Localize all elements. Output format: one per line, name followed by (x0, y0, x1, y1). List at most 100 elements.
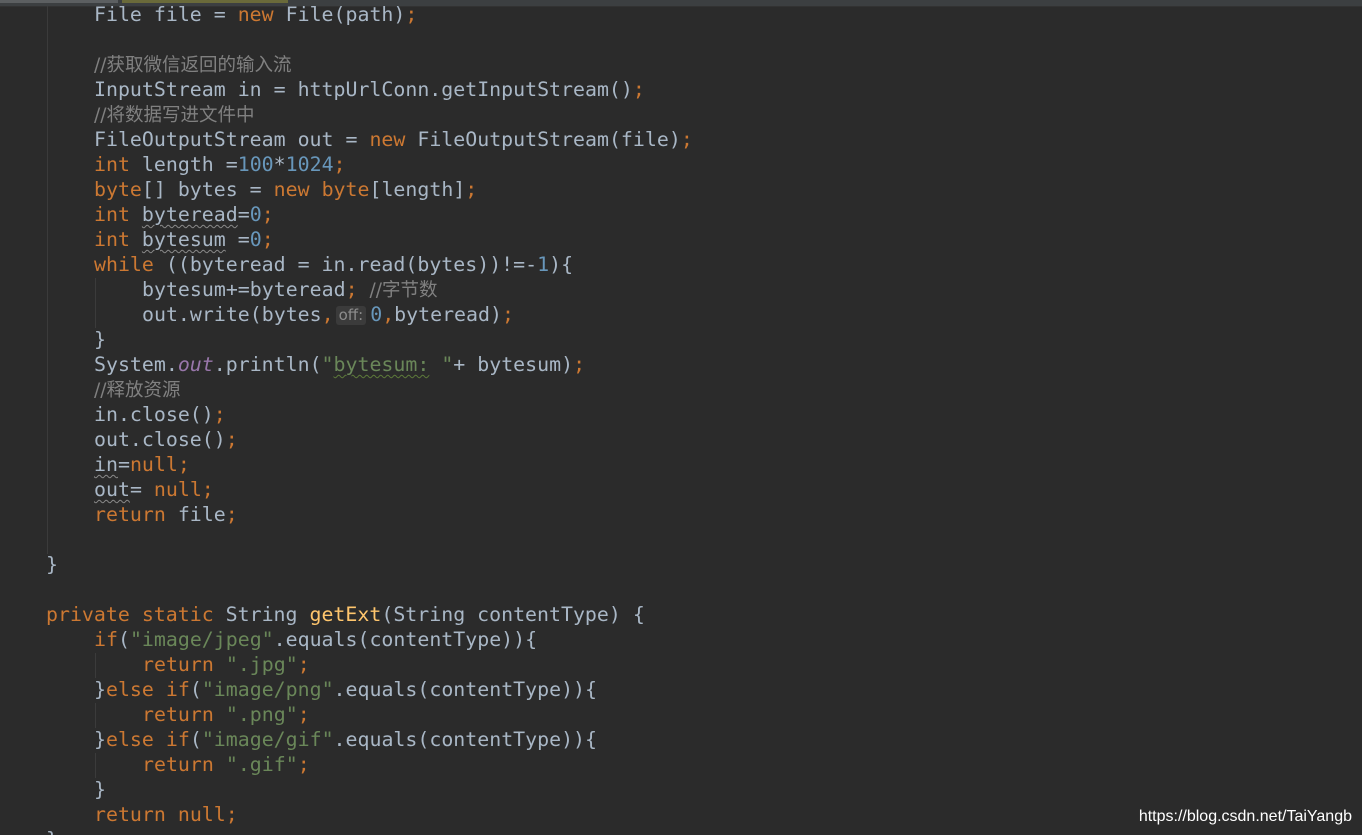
code-token: ){ (549, 253, 574, 276)
brace-token: } (94, 778, 106, 801)
comment-token: //获取微信返回的输入流 (94, 55, 292, 76)
indent-guide (95, 703, 96, 728)
keyword-token: int (94, 228, 130, 251)
semicolon-token: ; (333, 153, 346, 176)
code-token: out.close() (94, 428, 226, 451)
code-line[interactable]: while ((byteread = in.read(bytes))!=-1){ (94, 252, 573, 277)
code-line[interactable]: //获取微信返回的输入流 (94, 52, 291, 77)
code-line[interactable]: //将数据写进文件中 (94, 102, 254, 127)
code-token: + bytesum) (453, 353, 574, 376)
string-token: ".png" (225, 703, 298, 726)
semicolon-token: ; (261, 203, 274, 226)
code-line[interactable]: } (94, 777, 106, 802)
code-line[interactable]: private static String getExt(String cont… (46, 602, 645, 627)
indent-guide (47, 6, 48, 554)
number-token: 100 (237, 153, 274, 176)
code-line[interactable]: }else if("image/png".equals(contentType)… (94, 677, 597, 702)
comment-token: //字节数 (369, 280, 438, 301)
code-line[interactable]: int byteread=0; (94, 202, 274, 227)
code-token: [] bytes = (141, 178, 274, 201)
code-token: * (273, 153, 286, 176)
code-line[interactable]: File file = new File(path); (94, 2, 417, 27)
code-token: (String contentType) { (381, 603, 645, 626)
string-token: ".gif" (225, 753, 298, 776)
code-token: ( (189, 678, 202, 701)
code-token: .println( (213, 353, 322, 376)
semicolon-token: ; (297, 653, 310, 676)
code-token: ((byteread = in.read(bytes))!=- (153, 253, 538, 276)
string-typo-token: bytesum: (333, 353, 430, 376)
code-token: = (117, 453, 130, 476)
indent-guide (95, 653, 96, 678)
indent-guide (95, 753, 96, 778)
keyword-token: byte (94, 178, 142, 201)
code-line[interactable]: bytesum+=byteread; //字节数 (142, 277, 438, 302)
code-line[interactable]: return null; (94, 802, 238, 827)
code-line[interactable]: System.out.println("bytesum: "+ bytesum)… (94, 352, 585, 377)
brace-token: } (46, 828, 58, 835)
code-token: in.close() (94, 403, 214, 426)
keyword-token: if (165, 728, 190, 751)
semicolon-token: ; (632, 78, 645, 101)
variable-warning-token: out (94, 478, 130, 501)
code-token: = (129, 478, 154, 501)
code-line[interactable]: FileOutputStream out = new FileOutputStr… (94, 127, 693, 152)
semicolon-token: ; (680, 128, 693, 151)
code-line[interactable]: //释放资源 (94, 377, 180, 402)
code-line[interactable]: return ".jpg"; (142, 652, 310, 677)
number-token: 1 (537, 253, 550, 276)
keyword-token: new (369, 128, 406, 151)
code-line[interactable]: } (46, 552, 58, 577)
semicolon-token: ; (573, 353, 586, 376)
semicolon-token: ; (225, 428, 238, 451)
code-editor[interactable]: File file = new File(path); //获取微信返回的输入流… (0, 0, 1362, 835)
keyword-token: return (142, 703, 214, 726)
semicolon-token: ; (177, 453, 190, 476)
brace-token: } (94, 678, 106, 701)
number-token: 1024 (285, 153, 334, 176)
code-token: out.write(bytes (142, 303, 322, 326)
code-line[interactable]: int bytesum =0; (94, 227, 274, 252)
code-token: .equals(contentType)){ (273, 628, 538, 651)
code-token: = (237, 203, 250, 226)
keyword-token: else (105, 728, 154, 751)
comma-token: , (321, 303, 334, 326)
code-line[interactable]: InputStream in = httpUrlConn.getInputStr… (94, 77, 645, 102)
code-line[interactable]: byte[] bytes = new byte[length]; (94, 177, 477, 202)
code-line[interactable]: out.write(bytes, off: 0,byteread); (142, 302, 514, 327)
code-line[interactable]: return ".png"; (142, 702, 310, 727)
keyword-token: null (129, 453, 178, 476)
code-line[interactable]: return file; (94, 502, 238, 527)
code-token: InputStream in = httpUrlConn.getInputStr… (94, 78, 633, 101)
code-line[interactable]: return ".gif"; (142, 752, 310, 777)
number-token: 0 (370, 303, 383, 326)
code-token: File(path) (273, 3, 406, 26)
code-line[interactable]: } (94, 327, 106, 352)
semicolon-token: ; (225, 803, 238, 826)
keyword-token: byte (321, 178, 370, 201)
keyword-token: return (142, 653, 214, 676)
keyword-token: if (165, 678, 190, 701)
code-line[interactable]: } (46, 827, 58, 835)
code-line[interactable]: in.close(); (94, 402, 226, 427)
code-token: file (165, 503, 226, 526)
code-line[interactable]: int length =100*1024; (94, 152, 346, 177)
brace-token: } (94, 328, 106, 351)
code-line[interactable]: }else if("image/gif".equals(contentType)… (94, 727, 597, 752)
code-line[interactable]: if("image/jpeg".equals(contentType)){ (94, 627, 537, 652)
keyword-token: return (142, 753, 214, 776)
semicolon-token: ; (297, 703, 310, 726)
code-token: [length] (369, 178, 466, 201)
keyword-token: else (105, 678, 154, 701)
variable-warning-token: byteread (141, 203, 238, 226)
static-field-token: out (177, 353, 214, 376)
code-line[interactable]: in=null; (94, 452, 190, 477)
code-line[interactable]: out.close(); (94, 427, 238, 452)
code-line[interactable]: out= null; (94, 477, 214, 502)
